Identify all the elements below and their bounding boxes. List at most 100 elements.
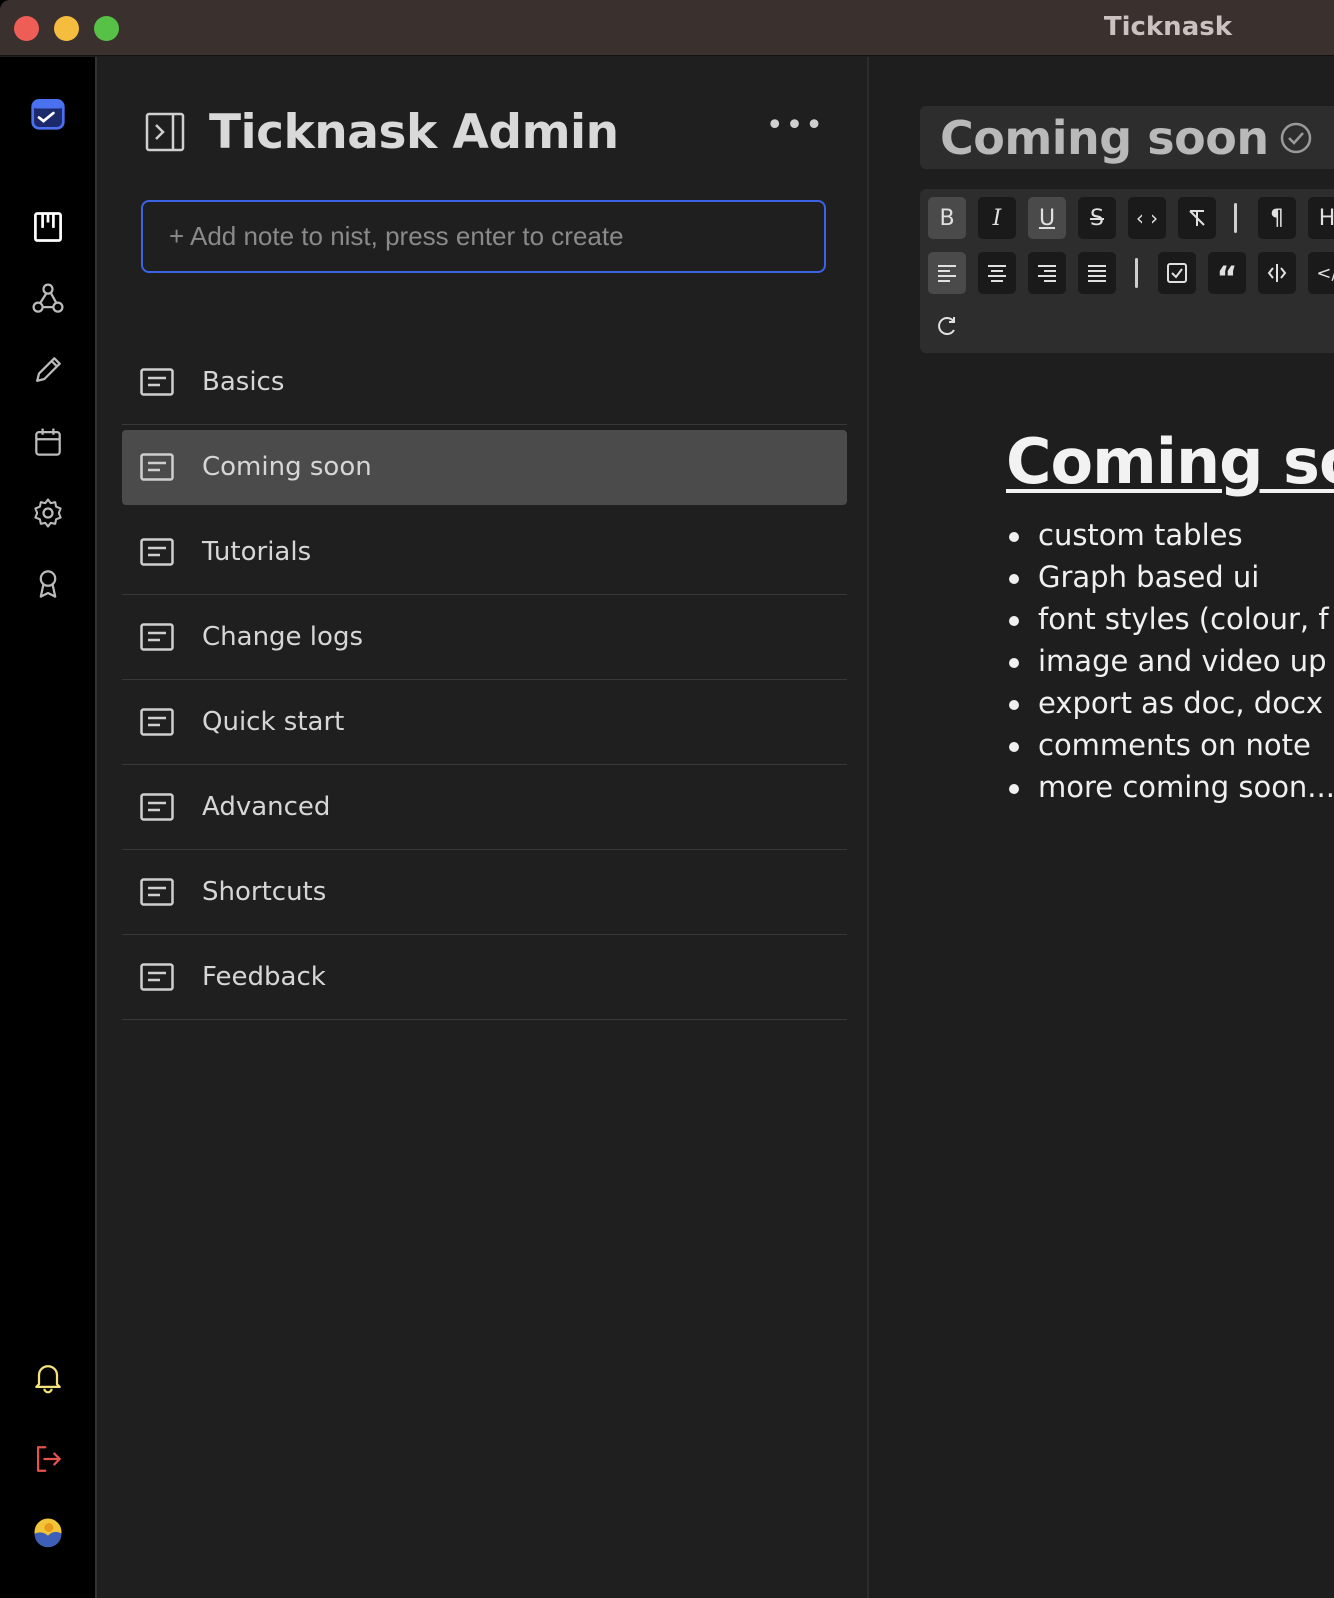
note-icon: [140, 708, 174, 736]
app-logo-icon[interactable]: [28, 93, 68, 133]
icon-rail: [0, 57, 97, 1598]
note-icon: [140, 453, 174, 481]
pencil-icon[interactable]: [28, 350, 68, 390]
gear-icon[interactable]: [28, 493, 68, 533]
inline-code-button[interactable]: ‹ ›: [1128, 197, 1166, 239]
list-item: image and video up: [1006, 640, 1334, 682]
list-item: export as doc, docx: [1006, 682, 1334, 724]
webhook-icon[interactable]: [28, 279, 68, 319]
content-heading: Coming soon: [1006, 425, 1334, 498]
panel-header: Ticknask Admin •••: [145, 102, 825, 162]
align-left-button[interactable]: [928, 252, 966, 294]
avatar-svg: [34, 1518, 62, 1548]
note-icon: [140, 368, 174, 396]
align-center-button[interactable]: [978, 252, 1016, 294]
list-item: custom tables: [1006, 514, 1334, 556]
redo-button[interactable]: [928, 305, 966, 347]
logout-icon[interactable]: [28, 1439, 68, 1479]
clear-format-icon: [1189, 210, 1205, 226]
logout-icon-svg: [36, 1446, 61, 1472]
app-logo-icon-svg: [31, 99, 65, 130]
italic-button[interactable]: I: [978, 197, 1016, 239]
award-icon-svg: [39, 570, 57, 598]
pencil-icon-svg: [36, 357, 61, 382]
app-window: Ticknask Ticknask Admin ••• + Add note t…: [0, 0, 1334, 1598]
paragraph-button[interactable]: ¶: [1258, 197, 1296, 239]
add-note-input[interactable]: [141, 200, 826, 273]
note-item-coming-soon[interactable]: Coming soon: [122, 430, 847, 505]
board-icon-svg: [34, 212, 62, 242]
note-content[interactable]: Coming soon custom tables Graph based ui…: [1006, 425, 1334, 808]
note-label: Basics: [202, 367, 285, 397]
note-label: Change logs: [202, 622, 363, 652]
check-circle-icon[interactable]: [1279, 121, 1313, 155]
blockquote-button[interactable]: “: [1208, 252, 1246, 297]
calendar-icon[interactable]: [28, 422, 68, 462]
clear-format-button[interactable]: [1178, 197, 1216, 239]
align-justify-button[interactable]: [1078, 252, 1116, 294]
app-title: Ticknask: [1103, 12, 1232, 42]
toolbar-divider: [1135, 258, 1138, 288]
sidebar-toggle-icon[interactable]: [145, 112, 185, 152]
note-label: Quick start: [202, 707, 345, 737]
minimize-window-button[interactable]: [54, 16, 79, 41]
note-icon: [140, 623, 174, 651]
note-label: Tutorials: [202, 537, 312, 567]
note-item-basics[interactable]: Basics: [122, 340, 847, 425]
align-right-button[interactable]: [1028, 252, 1066, 294]
zoom-window-button[interactable]: [94, 16, 119, 41]
webhook-icon-svg: [32, 283, 64, 313]
redo-icon: [938, 317, 955, 335]
align-justify-icon: [1088, 265, 1106, 282]
title-bar: Ticknask: [0, 0, 1334, 56]
note-icon: [140, 963, 174, 991]
note-icon: [140, 878, 174, 906]
note-item-shortcuts[interactable]: Shortcuts: [122, 850, 847, 935]
heading-button[interactable]: H: [1308, 197, 1334, 239]
align-center-icon: [988, 265, 1006, 282]
feature-list: custom tables Graph based ui font styles…: [1006, 514, 1334, 808]
bold-button[interactable]: B: [928, 197, 966, 239]
horizontal-rule-button[interactable]: [1258, 252, 1296, 294]
code-block-button[interactable]: </: [1308, 252, 1334, 294]
note-item-tutorials[interactable]: Tutorials: [122, 510, 847, 595]
avatar[interactable]: [28, 1512, 68, 1552]
list-item: more coming soon...: [1006, 766, 1334, 808]
note-icon: [140, 538, 174, 566]
gear-icon-svg: [34, 498, 62, 528]
note-item-quick-start[interactable]: Quick start: [122, 680, 847, 765]
note-label: Coming soon: [202, 452, 372, 482]
note-icon: [140, 793, 174, 821]
note-item-change-logs[interactable]: Change logs: [122, 595, 847, 680]
checkbox-icon: [1167, 263, 1187, 283]
note-list: Basics Coming soon Tutorials Change logs…: [122, 340, 847, 1020]
toolbar-divider: [1234, 203, 1237, 233]
calendar-icon-svg: [35, 428, 61, 456]
award-icon[interactable]: [28, 564, 68, 604]
note-item-advanced[interactable]: Advanced: [122, 765, 847, 850]
board-icon[interactable]: [28, 207, 68, 247]
note-label: Advanced: [202, 792, 331, 822]
notes-panel: Ticknask Admin ••• Basics Coming soon Tu…: [99, 57, 869, 1598]
align-right-icon: [1038, 265, 1056, 282]
list-item: font styles (colour, f: [1006, 598, 1334, 640]
more-options-button[interactable]: •••: [766, 111, 825, 141]
divider-icon: [1267, 264, 1287, 282]
doc-title-field[interactable]: Coming soon: [920, 106, 1334, 169]
doc-title: Coming soon: [940, 110, 1269, 165]
editor-pane: Coming soon B I U S ‹ › ¶ H “ < Coming s…: [871, 57, 1334, 1598]
strikethrough-button[interactable]: S: [1078, 197, 1116, 239]
workspace-title: Ticknask Admin: [209, 104, 619, 160]
formatting-toolbar: B I U S ‹ › ¶ H “ <: [920, 189, 1334, 353]
align-left-icon: [938, 265, 956, 282]
note-item-feedback[interactable]: Feedback: [122, 935, 847, 1020]
list-item: comments on note: [1006, 724, 1334, 766]
note-label: Shortcuts: [202, 877, 327, 907]
list-item: Graph based ui: [1006, 556, 1334, 598]
bell-icon-svg: [35, 1365, 61, 1394]
close-window-button[interactable]: [14, 16, 39, 41]
underline-button[interactable]: U: [1028, 197, 1066, 239]
checklist-button[interactable]: [1158, 252, 1196, 294]
note-label: Feedback: [202, 962, 326, 992]
bell-icon[interactable]: [28, 1357, 68, 1397]
